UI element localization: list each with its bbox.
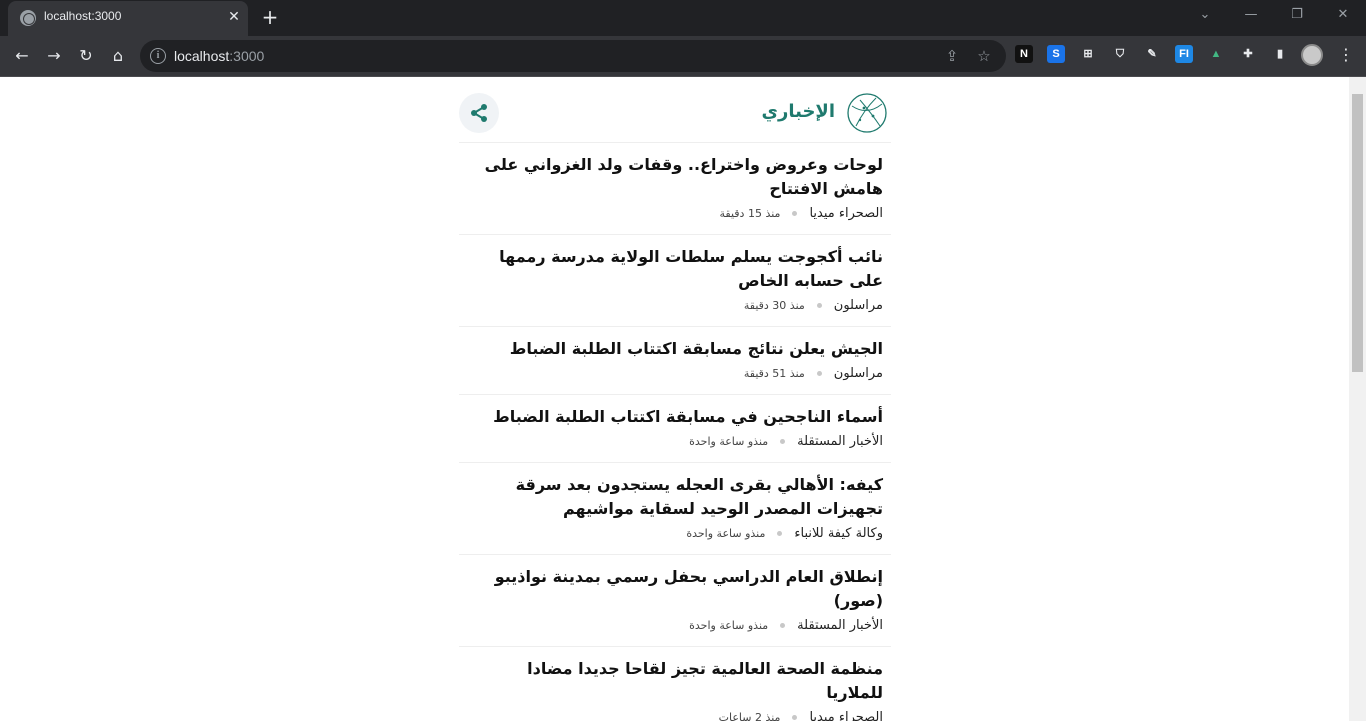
article-title[interactable]: نائب أكجوجت يسلم سلطات الولاية مدرسة رمم… <box>467 245 883 293</box>
site-info-icon[interactable]: i <box>150 48 166 64</box>
close-window-button[interactable]: ✕ <box>1320 0 1366 30</box>
grid-extension-icon[interactable]: ⊞ <box>1079 45 1097 63</box>
article-source[interactable]: الأخبار المستقلة <box>797 434 883 449</box>
notion-extension-icon[interactable]: N <box>1015 45 1033 63</box>
article-meta: وكالة كيفة للانباء منذو ساعة واحدة <box>467 526 883 544</box>
article-title[interactable]: الجيش يعلن نتائج مسابقة اكتتاب الطلبة ال… <box>467 337 883 361</box>
article-source[interactable]: مراسلون <box>834 366 883 381</box>
article-item[interactable]: نائب أكجوجت يسلم سلطات الولاية مدرسة رمم… <box>459 235 891 327</box>
profile-avatar[interactable] <box>1301 44 1323 66</box>
eyedropper-extension-icon[interactable]: ✎ <box>1143 45 1161 63</box>
article-list: لوحات وعروض واختراع.. وقفات ولد الغزواني… <box>459 143 891 721</box>
article-item[interactable]: لوحات وعروض واختراع.. وقفات ولد الغزواني… <box>459 143 891 235</box>
share-button[interactable] <box>459 93 499 133</box>
article-source[interactable]: وكالة كيفة للانباء <box>794 526 883 541</box>
article-time: منذو ساعة واحدة <box>686 527 766 540</box>
article-meta: مراسلون منذ 51 دقيقة <box>467 366 883 384</box>
bookmark-star-icon[interactable]: ☆ <box>974 46 994 66</box>
site-header: الإخباري <box>459 77 891 143</box>
tab-strip: localhost:3000 ✕ + ⌄ — ❐ ✕ <box>0 0 1366 36</box>
article-time: منذو ساعة واحدة <box>689 435 769 448</box>
article-meta: الصحراء ميديا منذ 15 دقيقة <box>467 206 883 224</box>
article-time: منذ 15 دقيقة <box>719 207 781 220</box>
back-button[interactable]: ← <box>8 42 36 70</box>
article-item[interactable]: إنطلاق العام الدراسي بحفل رسمي بمدينة نو… <box>459 555 891 647</box>
article-item[interactable]: أسماء الناجحين في مسابقة اكتتاب الطلبة ا… <box>459 395 891 463</box>
meta-separator-dot <box>816 303 822 308</box>
forward-button[interactable]: → <box>40 42 68 70</box>
page-scrollbar[interactable] <box>1349 77 1366 721</box>
tab-search-icon[interactable]: ⌄ <box>1182 0 1228 30</box>
address-bar[interactable]: i localhost:3000 ⇪ ☆ <box>140 40 1006 72</box>
article-title[interactable]: كيفه: الأهالي بقرى العجله يستجدون بعد سر… <box>467 473 883 521</box>
restore-window-button[interactable]: ❐ <box>1274 0 1320 30</box>
shield-extension-icon[interactable]: ⛉ <box>1111 45 1129 63</box>
article-item[interactable]: الجيش يعلن نتائج مسابقة اكتتاب الطلبة ال… <box>459 327 891 395</box>
minimize-window-button[interactable]: — <box>1228 0 1274 30</box>
page-viewport: الإخباري لوحات وعروض واختراع.. وقفات ولد… <box>0 77 1349 721</box>
meta-separator-dot <box>777 531 783 536</box>
article-title[interactable]: منظمة الصحة العالمية تجيز لقاحا جديدا مض… <box>467 657 883 705</box>
browser-toolbar: ← → ↻ ⌂ i localhost:3000 ⇪ ☆ <box>0 36 1366 77</box>
article-item[interactable]: كيفه: الأهالي بقرى العجله يستجدون بعد سر… <box>459 463 891 555</box>
reload-button[interactable]: ↻ <box>72 42 100 70</box>
article-source[interactable]: مراسلون <box>834 298 883 313</box>
tab-title: localhost:3000 <box>44 9 122 23</box>
article-source[interactable]: الصحراء ميديا <box>809 710 883 721</box>
puzzle-extensions-icon[interactable]: ✚ <box>1239 45 1257 63</box>
url-port: :3000 <box>229 48 265 64</box>
close-tab-icon[interactable]: ✕ <box>224 7 244 27</box>
article-title[interactable]: أسماء الناجحين في مسابقة اكتتاب الطلبة ا… <box>467 405 883 429</box>
news-feed: الإخباري لوحات وعروض واختراع.. وقفات ولد… <box>459 77 891 721</box>
site-brand-name[interactable]: الإخباري <box>761 101 835 122</box>
article-meta: الصحراء ميديا منذ 2 ساعات <box>467 710 883 721</box>
browser-tab[interactable]: localhost:3000 ✕ <box>8 1 248 36</box>
side-panel-icon[interactable]: ▮ <box>1271 45 1289 63</box>
meta-separator-dot <box>780 439 786 444</box>
article-meta: مراسلون منذ 30 دقيقة <box>467 298 883 316</box>
article-meta: الأخبار المستقلة منذو ساعة واحدة <box>467 434 883 452</box>
url-text[interactable]: localhost:3000 <box>174 48 264 64</box>
meta-separator-dot <box>792 715 798 720</box>
scrollbar-thumb[interactable] <box>1352 94 1363 372</box>
meta-separator-dot <box>792 211 798 216</box>
article-title[interactable]: إنطلاق العام الدراسي بحفل رسمي بمدينة نو… <box>467 565 883 613</box>
article-time: منذو ساعة واحدة <box>689 619 769 632</box>
article-title[interactable]: لوحات وعروض واختراع.. وقفات ولد الغزواني… <box>467 153 883 201</box>
article-source[interactable]: الصحراء ميديا <box>809 206 883 221</box>
share-icon <box>471 104 487 122</box>
new-tab-button[interactable]: + <box>258 5 282 29</box>
article-item[interactable]: منظمة الصحة العالمية تجيز لقاحا جديدا مض… <box>459 647 891 721</box>
article-time: منذ 51 دقيقة <box>743 367 805 380</box>
globe-icon <box>20 10 36 26</box>
article-source[interactable]: الأخبار المستقلة <box>797 618 883 633</box>
s-extension-icon[interactable]: S <box>1047 45 1065 63</box>
browser-menu-icon[interactable]: ⋮ <box>1338 45 1354 65</box>
meta-separator-dot <box>816 371 822 376</box>
site-logo-icon[interactable] <box>846 92 888 134</box>
share-page-icon[interactable]: ⇪ <box>942 46 962 66</box>
url-host: localhost <box>174 48 230 64</box>
article-meta: الأخبار المستقلة منذو ساعة واحدة <box>467 618 883 636</box>
article-time: منذ 2 ساعات <box>718 711 781 721</box>
vue-devtools-extension-icon[interactable]: ▲ <box>1207 45 1225 63</box>
article-time: منذ 30 دقيقة <box>743 299 805 312</box>
meta-separator-dot <box>780 623 786 628</box>
home-button[interactable]: ⌂ <box>104 42 132 70</box>
fi-extension-icon[interactable]: FI <box>1175 45 1193 63</box>
